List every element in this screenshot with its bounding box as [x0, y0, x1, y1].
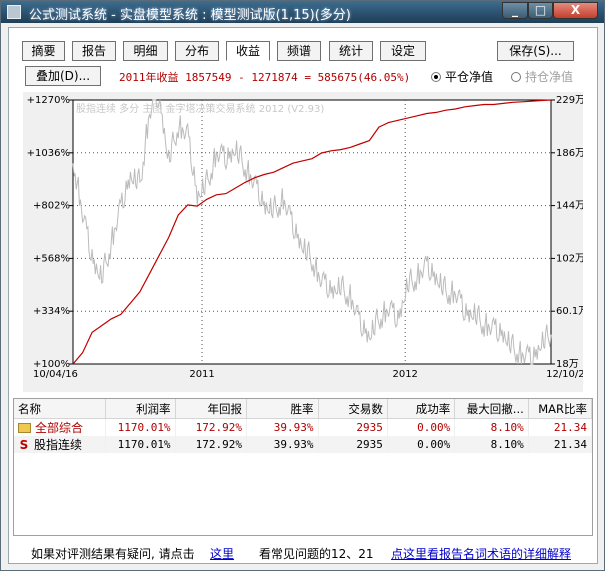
y-tick-label-left: +1270%: [27, 95, 70, 106]
y-tick-label-left: +1036%: [27, 148, 70, 159]
plot-area: [72, 99, 552, 365]
table-row[interactable]: S 股指连续 1170.01% 172.92% 39.93% 2935 0.00%…: [14, 436, 592, 453]
radio-selected-icon[interactable]: [431, 72, 441, 82]
tab-distribution[interactable]: 分布: [175, 41, 219, 61]
cell-success-rate: 0.00%: [387, 436, 456, 453]
y-tick-label-right: 60.1万: [556, 306, 583, 317]
radio-flat-equity[interactable]: 平仓净值: [431, 68, 493, 85]
col-success-rate[interactable]: 成功率: [387, 399, 456, 419]
folder-icon: [18, 423, 31, 433]
y-tick-label-left: +568%: [33, 253, 70, 264]
save-button[interactable]: 保存(S)...: [497, 41, 574, 61]
cell-profit-rate: 1170.01%: [105, 418, 176, 436]
results-grid[interactable]: 名称 利润率 年回报 胜率 交易数 成功率 最大回撤... MAR比率 全部综合…: [13, 398, 593, 536]
y-tick-label-right: 229万: [556, 95, 583, 106]
radio-flat-label: 平仓净值: [445, 70, 494, 84]
y-tick-label-left: +334%: [33, 306, 70, 317]
cell-success-rate: 0.00%: [387, 418, 456, 436]
footer-bar: 如果对评测结果有疑问, 请点击 这里 看常见问题的12、21 点这里看报告名词术…: [9, 540, 597, 564]
radio-hold-label: 持仓净值: [525, 70, 574, 84]
x-tick-label: 10/04/16: [33, 369, 78, 380]
x-tick-label: 2012: [392, 369, 417, 380]
app-icon: [7, 5, 21, 19]
cell-trades: 2935: [318, 436, 388, 453]
col-mar-ratio[interactable]: MAR比率: [528, 399, 592, 419]
y-tick-label-right: 186万: [556, 148, 583, 159]
here-link[interactable]: 这里: [210, 545, 234, 562]
footer-question: 如果对评测结果有疑问, 请点击: [31, 547, 195, 561]
cell-profit-rate: 1170.01%: [105, 436, 176, 453]
grid-header-row: 名称 利润率 年回报 胜率 交易数 成功率 最大回撤... MAR比率: [14, 399, 592, 419]
window-title: 公式测试系统 - 实盘模型系统 : 模型测试版(1,15)(多分): [29, 8, 351, 23]
cell-win-rate: 39.93%: [246, 418, 319, 436]
cell-mar-ratio: 21.34: [528, 436, 592, 453]
cell-trades: 2935: [318, 418, 388, 436]
radio-unselected-icon[interactable]: [511, 72, 521, 82]
tab-summary[interactable]: 摘要: [22, 41, 65, 61]
col-max-drawdown[interactable]: 最大回撤...: [454, 399, 529, 419]
y-tick-label-right: 144万: [556, 201, 583, 212]
col-win-rate[interactable]: 胜率: [246, 399, 319, 419]
chart-legend-text: 股指连续 多分 主图 金字塔决策交易系统 2012 (V2.93): [76, 102, 324, 115]
table-row[interactable]: 全部综合 1170.01% 172.92% 39.93% 2935 0.00% …: [14, 418, 592, 436]
cell-annual-return: 172.92%: [175, 436, 248, 453]
cell-annual-return: 172.92%: [175, 418, 248, 436]
close-button[interactable]: X: [553, 2, 598, 19]
tab-profit[interactable]: 收益: [226, 41, 270, 61]
cell-max-drawdown: 8.10%: [454, 418, 529, 436]
tab-detail[interactable]: 明细: [123, 41, 168, 61]
tab-settings[interactable]: 设定: [380, 41, 426, 61]
row-name: 全部综合: [14, 418, 107, 436]
glossary-link[interactable]: 点这里看报告名词术语的详细解释: [391, 545, 571, 562]
cell-win-rate: 39.93%: [246, 436, 319, 453]
tab-spectrum[interactable]: 频谱: [277, 41, 321, 61]
x-tick-label: 2011: [189, 369, 214, 380]
report-panel: 摘要 报告 明细 分布 收益 频谱 统计 设定 保存(S)... 叠加(D)..…: [8, 27, 598, 564]
main-window: 公式测试系统 - 实盘模型系统 : 模型测试版(1,15)(多分) _ □ X …: [0, 0, 605, 571]
tab-report[interactable]: 报告: [72, 41, 116, 61]
y-tick-label-left: +802%: [33, 201, 70, 212]
s-icon: S: [19, 438, 29, 452]
title-bar[interactable]: 公式测试系统 - 实盘模型系统 : 模型测试版(1,15)(多分) _ □ X: [1, 1, 604, 23]
cell-max-drawdown: 8.10%: [454, 436, 529, 453]
col-annual-return[interactable]: 年回报: [175, 399, 248, 419]
col-trades[interactable]: 交易数: [318, 399, 388, 419]
maximize-button[interactable]: □: [528, 2, 553, 19]
footer-common-questions: 看常见问题的12、21: [259, 547, 374, 561]
cell-mar-ratio: 21.34: [528, 418, 592, 436]
radio-hold-equity[interactable]: 持仓净值: [511, 68, 573, 85]
minimize-button[interactable]: _: [502, 2, 528, 19]
col-profit-rate[interactable]: 利润率: [105, 399, 176, 419]
y-tick-label-right: 102万: [556, 253, 583, 264]
yearly-profit-summary: 2011年收益 1857549 - 1271874 = 585675(46.05…: [119, 71, 411, 84]
row-name: S 股指连续: [14, 436, 107, 453]
equity-chart: +100%18万+334%60.1万+568%102万+802%144万+103…: [23, 92, 583, 392]
overlay-button[interactable]: 叠加(D)...: [25, 66, 101, 86]
col-name[interactable]: 名称: [14, 399, 107, 419]
tab-statistics[interactable]: 统计: [329, 41, 373, 61]
x-tick-label: 12/10/26: [546, 369, 583, 380]
